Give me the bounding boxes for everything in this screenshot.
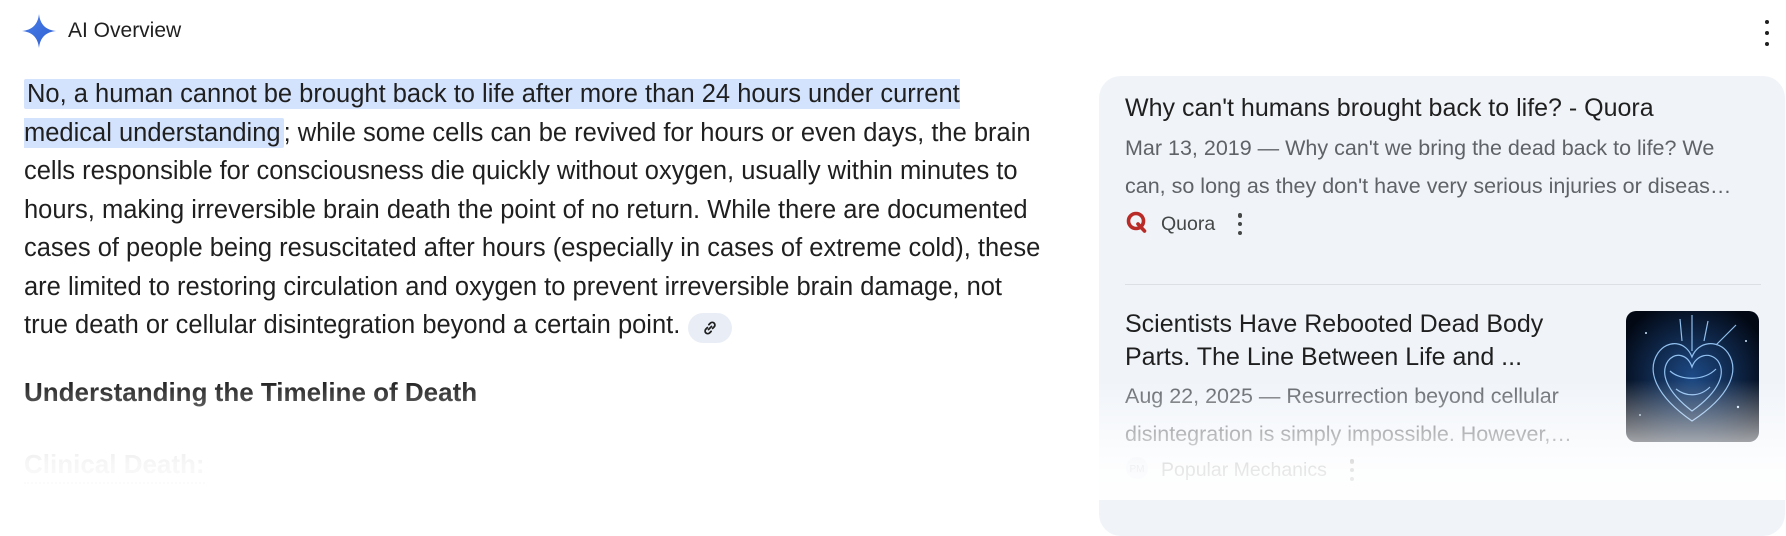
quora-logo-icon — [1125, 210, 1149, 239]
source-card[interactable]: Why can't humans brought back to life? -… — [1125, 88, 1765, 239]
popular-mechanics-logo-icon: PM — [1125, 456, 1149, 485]
sources-panel: Why can't humans brought back to life? -… — [1099, 76, 1785, 536]
more-options-icon[interactable] — [1762, 20, 1772, 46]
snippet-line: disintegration is simply impossible. How… — [1125, 422, 1572, 446]
divider — [1125, 284, 1761, 285]
source-attribution: Quora — [1125, 209, 1765, 239]
ai-overview-title: AI Overview — [68, 19, 182, 42]
gemini-sparkle-icon — [22, 14, 56, 48]
source-snippet: Aug 22, 2025 — Resurrection beyond cellu… — [1125, 377, 1615, 453]
snippet-line: Aug 22, 2025 — Resurrection beyond cellu… — [1125, 384, 1559, 408]
source-attribution: PM Popular Mechanics — [1125, 455, 1615, 485]
answer-paragraph: No, a human cannot be brought back to li… — [24, 75, 1044, 345]
link-icon[interactable] — [688, 313, 733, 343]
source-options-icon[interactable] — [1237, 213, 1243, 235]
source-options-icon[interactable] — [1349, 459, 1355, 481]
clinical-death-heading: Clinical Death: — [24, 449, 205, 484]
title-line: Scientists Have Rebooted Dead Body — [1125, 310, 1544, 338]
article-thumbnail[interactable] — [1626, 311, 1759, 442]
title-line: Parts. The Line Between Life and ... — [1125, 343, 1523, 371]
snippet-line: Mar 13, 2019 — Why can't we bring the de… — [1125, 136, 1715, 160]
source-snippet: Mar 13, 2019 — Why can't we bring the de… — [1125, 129, 1765, 205]
source-title[interactable]: Scientists Have Rebooted Dead Body Parts… — [1125, 308, 1615, 374]
ai-answer-text: No, a human cannot be brought back to li… — [24, 75, 1044, 345]
source-name: Quora — [1161, 212, 1216, 235]
svg-text:PM: PM — [1130, 464, 1145, 475]
source-name: Popular Mechanics — [1161, 458, 1327, 481]
source-title[interactable]: Why can't humans brought back to life? -… — [1125, 92, 1765, 125]
ai-overview-header: AI Overview — [22, 12, 181, 50]
answer-continuation: ; while some cells can be revived for ho… — [24, 118, 1041, 340]
source-card[interactable]: Scientists Have Rebooted Dead Body Parts… — [1125, 308, 1615, 485]
snippet-line: can, so long as they don't have very ser… — [1125, 174, 1732, 198]
section-heading: Understanding the Timeline of Death — [24, 377, 478, 407]
